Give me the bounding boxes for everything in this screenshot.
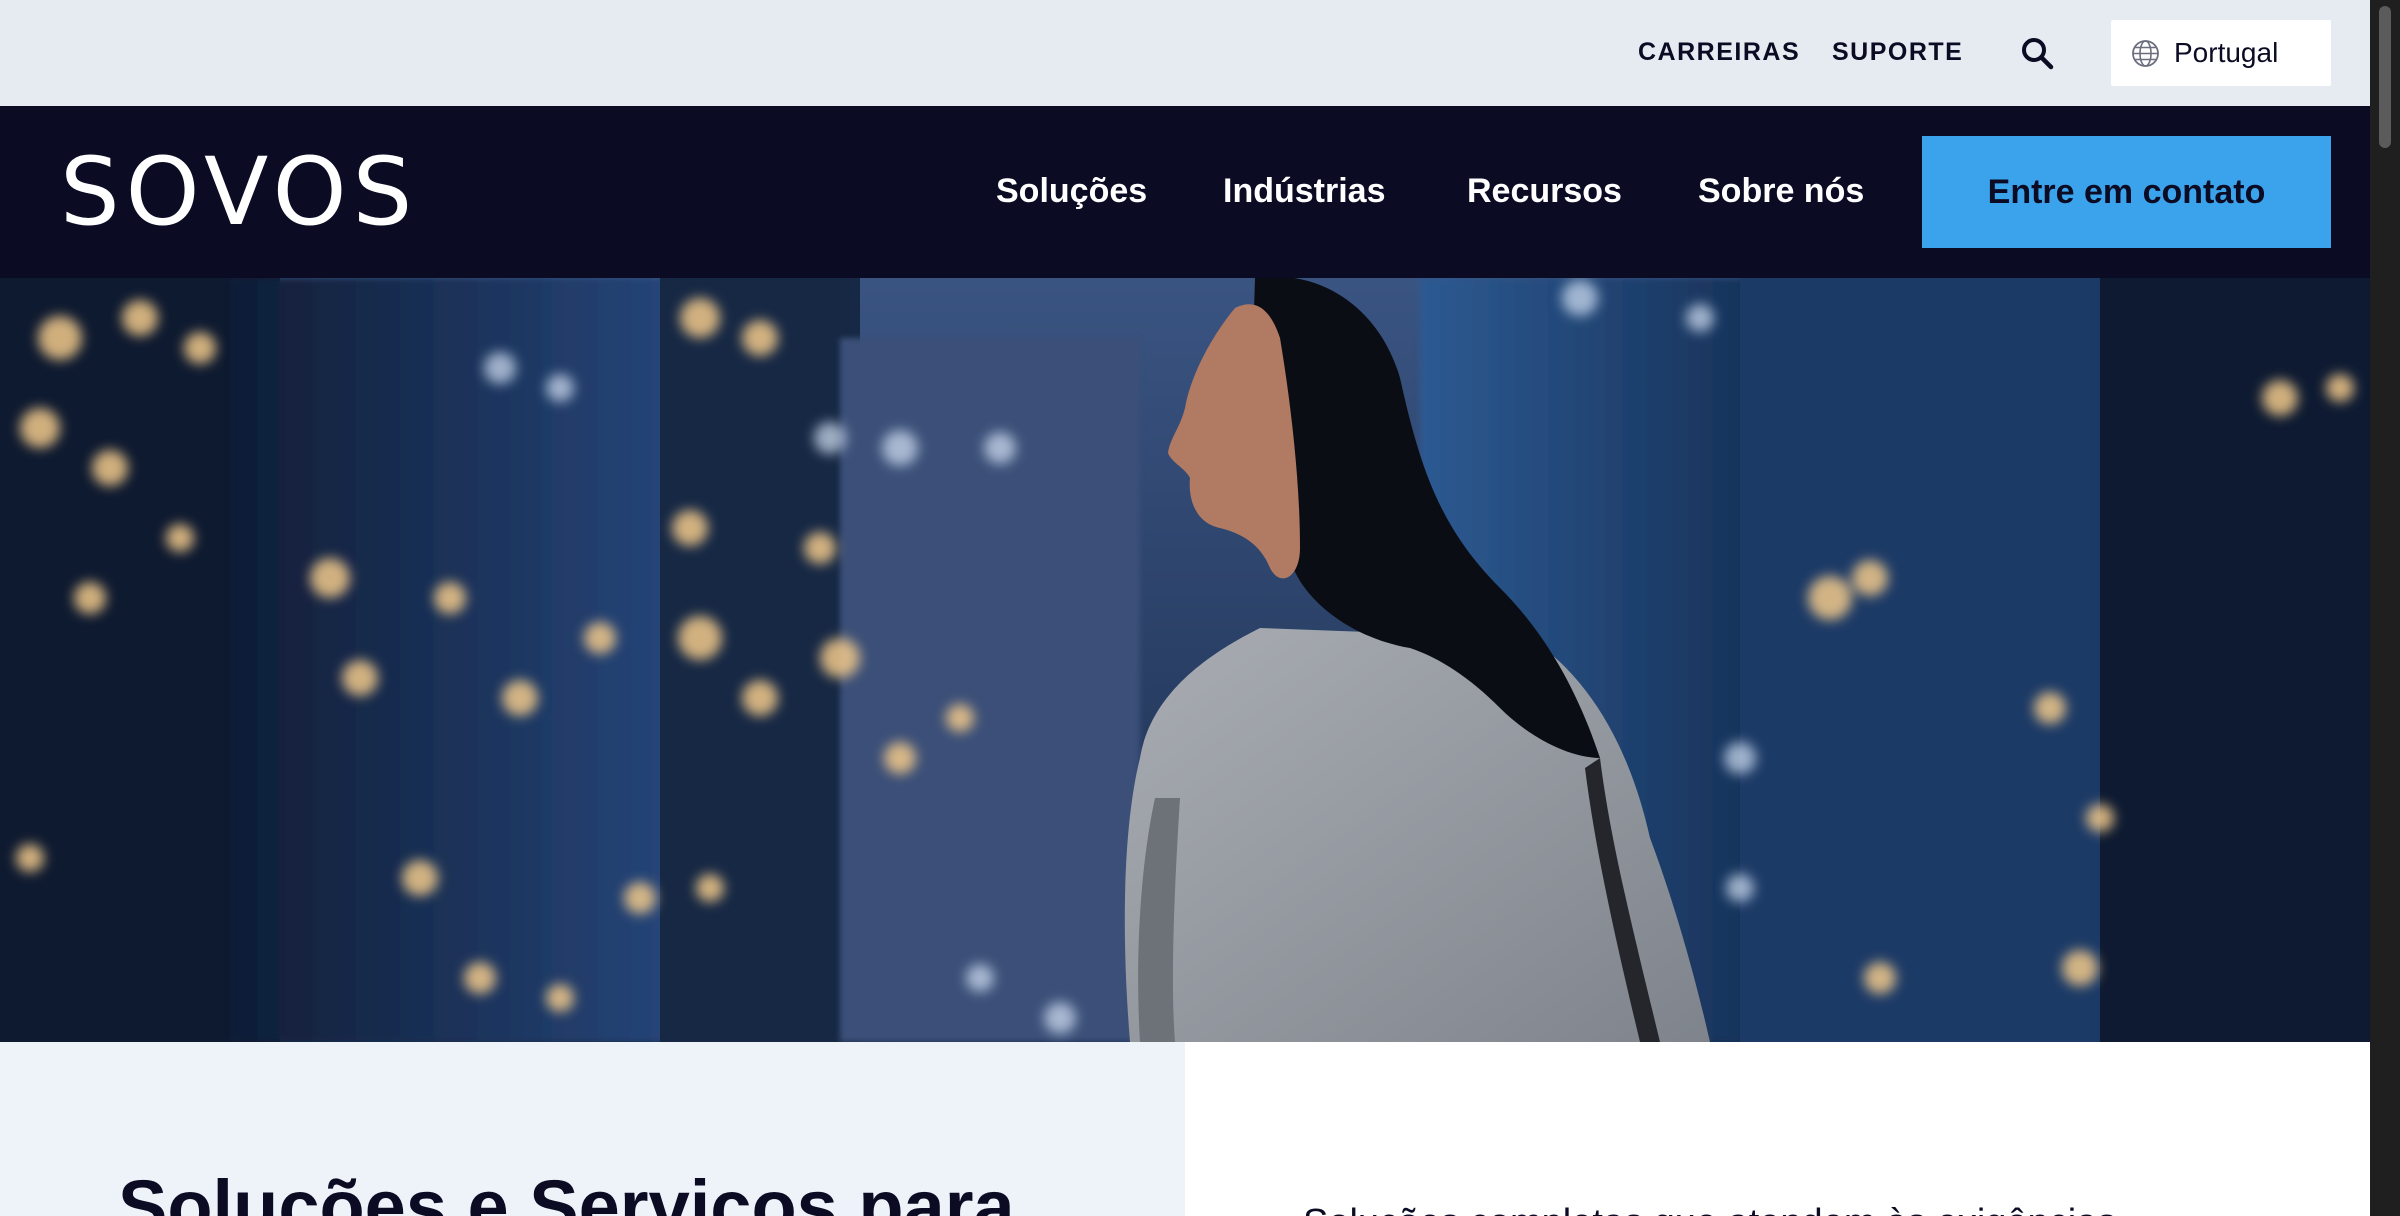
- utility-bar: CARREIRAS SUPORTE Portugal: [0, 0, 2370, 106]
- language-selector[interactable]: Portugal: [2111, 20, 2331, 86]
- support-link[interactable]: SUPORTE: [1832, 38, 1963, 67]
- nav-item-about[interactable]: Sobre nós: [1698, 171, 1864, 212]
- careers-link[interactable]: CARREIRAS: [1638, 38, 1800, 67]
- search-icon[interactable]: [2020, 36, 2054, 70]
- sovos-logo[interactable]: SOVOS: [60, 146, 418, 240]
- page: CARREIRAS SUPORTE Portugal SOVOS Soluçõe…: [0, 0, 2400, 1216]
- scrollbar-thumb[interactable]: [2379, 6, 2391, 148]
- nav-item-resources[interactable]: Recursos: [1467, 171, 1622, 212]
- hero-image: [0, 278, 2370, 1042]
- nav-item-industries[interactable]: Indústrias: [1223, 171, 1385, 212]
- intro-text-section: Soluções completas que atendem às exigên…: [1185, 1042, 2370, 1216]
- hero-illustration: [0, 278, 2370, 1042]
- nav-item-solutions[interactable]: Soluções: [996, 171, 1147, 212]
- vertical-scrollbar[interactable]: [2370, 0, 2400, 1216]
- intro-section: Soluções e Serviços para: [0, 1042, 1185, 1216]
- language-label: Portugal: [2174, 37, 2279, 68]
- globe-icon: [2132, 40, 2159, 67]
- intro-text: Soluções completas que atendem às exigên…: [1303, 1204, 2116, 1216]
- main-nav: SOVOS Soluções Indústrias Recursos Sobre…: [0, 106, 2370, 278]
- contact-button[interactable]: Entre em contato: [1922, 136, 2331, 248]
- intro-heading: Soluções e Serviços para: [118, 1165, 1015, 1216]
